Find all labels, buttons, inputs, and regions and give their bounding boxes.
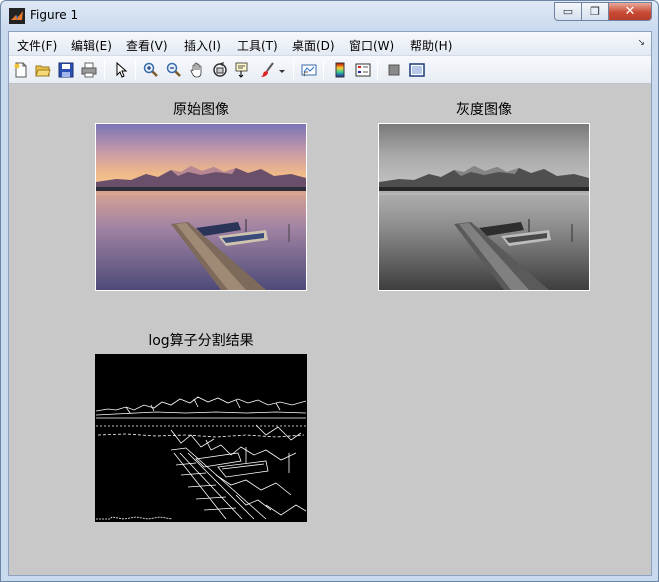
hide-plot-tools-icon[interactable] [386,62,402,78]
new-figure-icon[interactable] [13,62,29,78]
toolbar-separator [135,60,136,80]
figure-window: Figure 1 ▭ ❐ ✕ 文件(F) 编辑(E) 查看(V) 插入(I) 工… [0,0,659,582]
brush-dropdown-icon[interactable] [277,62,287,78]
toolbar-separator [104,60,105,80]
zoom-out-icon[interactable] [166,62,182,78]
minimize-icon: ▭ [562,5,574,18]
original-image[interactable] [95,123,307,291]
menu-edit[interactable]: 编辑(E) [71,37,112,54]
brush-icon[interactable] [259,62,275,78]
menu-insert[interactable]: 插入(I) [184,37,221,54]
menu-window[interactable]: 窗口(W) [349,37,394,54]
close-icon: ✕ [624,4,636,19]
window-title: Figure 1 [30,8,79,22]
menu-bar: 文件(F) 编辑(E) 查看(V) 插入(I) 工具(T) 桌面(D) 窗口(W… [9,32,651,56]
menu-overflow-icon[interactable]: ↘ [637,38,645,48]
maximize-button[interactable]: ❐ [581,2,608,21]
edit-plot-arrow-icon[interactable] [113,62,129,78]
insert-legend-icon[interactable] [355,62,371,78]
data-cursor-icon[interactable] [235,62,251,78]
axes-title-log-edges: log算子分割结果 [148,333,254,349]
link-plot-icon[interactable] [301,62,317,78]
toolbar-separator [377,60,378,80]
save-icon[interactable] [58,62,74,78]
menu-tools[interactable]: 工具(T) [237,37,278,54]
show-plot-tools-icon[interactable] [409,62,425,78]
pan-hand-icon[interactable] [189,62,205,78]
figure-canvas[interactable]: 原始图像 灰度图像 log算子分割结果 [9,85,651,575]
print-icon[interactable] [81,62,97,78]
title-bar[interactable]: Figure 1 ▭ ❐ ✕ [1,1,658,31]
minimize-button[interactable]: ▭ [554,2,581,21]
menu-file[interactable]: 文件(F) [17,37,57,54]
menu-view[interactable]: 查看(V) [126,37,168,54]
figure-client-area: 文件(F) 编辑(E) 查看(V) 插入(I) 工具(T) 桌面(D) 窗口(W… [8,31,652,576]
matlab-logo-icon [9,8,25,24]
rotate-3d-icon[interactable] [212,62,228,78]
figure-toolbar [9,56,651,84]
axes-title-original: 原始图像 [173,102,229,118]
insert-colorbar-icon[interactable] [332,62,348,78]
axes-title-grayscale: 灰度图像 [456,102,512,118]
open-file-icon[interactable] [35,62,51,78]
toolbar-separator [323,60,324,80]
log-edge-image[interactable] [95,354,307,522]
zoom-in-icon[interactable] [143,62,159,78]
close-button[interactable]: ✕ [608,2,652,21]
toolbar-separator [293,60,294,80]
restore-icon: ❐ [590,5,600,18]
menu-help[interactable]: 帮助(H) [410,37,452,54]
grayscale-image[interactable] [378,123,590,291]
menu-desktop[interactable]: 桌面(D) [292,37,335,54]
